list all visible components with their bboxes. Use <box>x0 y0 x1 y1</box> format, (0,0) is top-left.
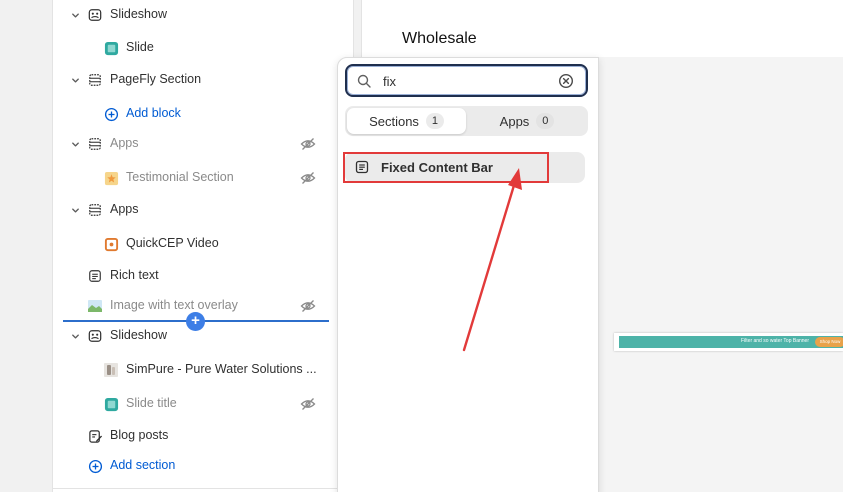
sidebar-item-pagefly[interactable]: PageFly Section <box>53 65 333 95</box>
tab-sections[interactable]: Sections 1 <box>347 108 466 134</box>
sections-sidebar: Slideshow Slide PageFly Section Add block Ap… <box>52 0 355 492</box>
sidebar-item-label: Image with text overlay <box>110 298 238 312</box>
add-circle-icon <box>103 106 119 122</box>
chevron-down-icon[interactable] <box>69 9 81 21</box>
hidden-eye-icon[interactable] <box>300 396 316 412</box>
preview-canvas <box>597 57 843 492</box>
slideshow-icon <box>87 328 103 344</box>
testimonial-app-icon <box>103 170 119 186</box>
sidebar-item-slidetitle[interactable]: Slide title <box>53 389 333 419</box>
sidebar-item-label: Rich text <box>110 268 159 282</box>
sidebar-item-label: Apps <box>110 136 139 150</box>
highlight-box <box>343 152 549 183</box>
hidden-eye-icon[interactable] <box>300 298 316 314</box>
sidebar-item-label: Add section <box>110 458 176 472</box>
section-icon <box>87 202 103 218</box>
sidebar-item-label: PageFly Section <box>110 72 202 86</box>
sidebar-item-apps1[interactable]: Apps <box>53 129 333 159</box>
sidebar-item-quickcep[interactable]: QuickCEP Video <box>53 229 333 259</box>
insert-section-icon[interactable]: + <box>186 312 205 331</box>
sidebar-item-label: Slideshow <box>110 328 167 342</box>
sidebar-item-label: Apps <box>110 202 139 216</box>
theme-editor: Wholesale Filter and so water Top Banner… <box>0 0 843 492</box>
sidebar-item-slideshow1[interactable]: Slideshow <box>53 0 333 30</box>
chevron-down-icon[interactable] <box>69 138 81 150</box>
chevron-down-icon[interactable] <box>69 330 81 342</box>
tab-sections-count: 1 <box>425 113 444 129</box>
hidden-eye-icon[interactable] <box>300 170 316 186</box>
tab-apps[interactable]: Apps 0 <box>468 108 586 134</box>
preview-banner-bar <box>619 336 843 348</box>
tab-apps-count: 0 <box>536 113 555 129</box>
sidebar-item-addblock[interactable]: Add block <box>53 99 333 129</box>
tab-apps-label: Apps <box>499 113 530 129</box>
sidebar-item-label: Slide title <box>126 396 177 410</box>
add-circle-icon <box>87 458 103 474</box>
quickcep-app-icon <box>103 236 119 252</box>
slide-image-icon <box>103 40 119 56</box>
slide-image-icon <box>103 396 119 412</box>
sidebar-bottom-border <box>53 488 355 489</box>
product-thumbnail-icon <box>103 362 119 378</box>
sidebar-item-richtext[interactable]: Rich text <box>53 261 333 291</box>
preview-banner-text: Filter and so water Top Banner <box>741 338 810 344</box>
sidebar-item-label: Slideshow <box>110 7 167 21</box>
hidden-eye-icon[interactable] <box>300 136 316 152</box>
page-title: Wholesale <box>402 30 477 47</box>
sidebar-item-label: Slide <box>126 40 154 54</box>
slideshow-icon <box>87 7 103 23</box>
text-block-icon <box>87 268 103 284</box>
sidebar-item-apps2[interactable]: Apps <box>53 195 333 225</box>
sidebar-item-testimonial[interactable]: Testimonial Section <box>53 163 333 193</box>
sidebar-item-label: Testimonial Section <box>126 170 234 184</box>
sidebar-item-label: Blog posts <box>110 428 169 442</box>
blog-edit-icon <box>87 428 103 444</box>
section-icon <box>87 136 103 152</box>
sidebar-item-label: SimPure - Pure Water Solutions ... <box>126 362 317 376</box>
search-field[interactable] <box>345 64 588 97</box>
sidebar-item-addsection[interactable]: Add section <box>53 451 333 481</box>
sidebar-item-label: Add block <box>126 106 181 120</box>
sidebar-item-slide[interactable]: Slide <box>53 33 333 63</box>
tab-sections-label: Sections <box>369 113 419 129</box>
section-icon <box>87 72 103 88</box>
sidebar-item-label: QuickCEP Video <box>126 236 219 250</box>
search-input[interactable] <box>383 72 543 90</box>
clear-search-icon[interactable] <box>558 73 574 89</box>
chevron-down-icon[interactable] <box>69 204 81 216</box>
preview-banner-button: Shop Now <box>815 337 843 347</box>
search-icon <box>357 74 371 88</box>
sidebar-item-blogposts[interactable]: Blog posts <box>53 421 333 451</box>
chevron-down-icon[interactable] <box>69 74 81 86</box>
picker-tabs: Sections 1 Apps 0 <box>345 106 588 136</box>
sidebar-item-simpure[interactable]: SimPure - Pure Water Solutions ... <box>53 355 333 385</box>
image-thumbnail-icon <box>87 298 103 314</box>
